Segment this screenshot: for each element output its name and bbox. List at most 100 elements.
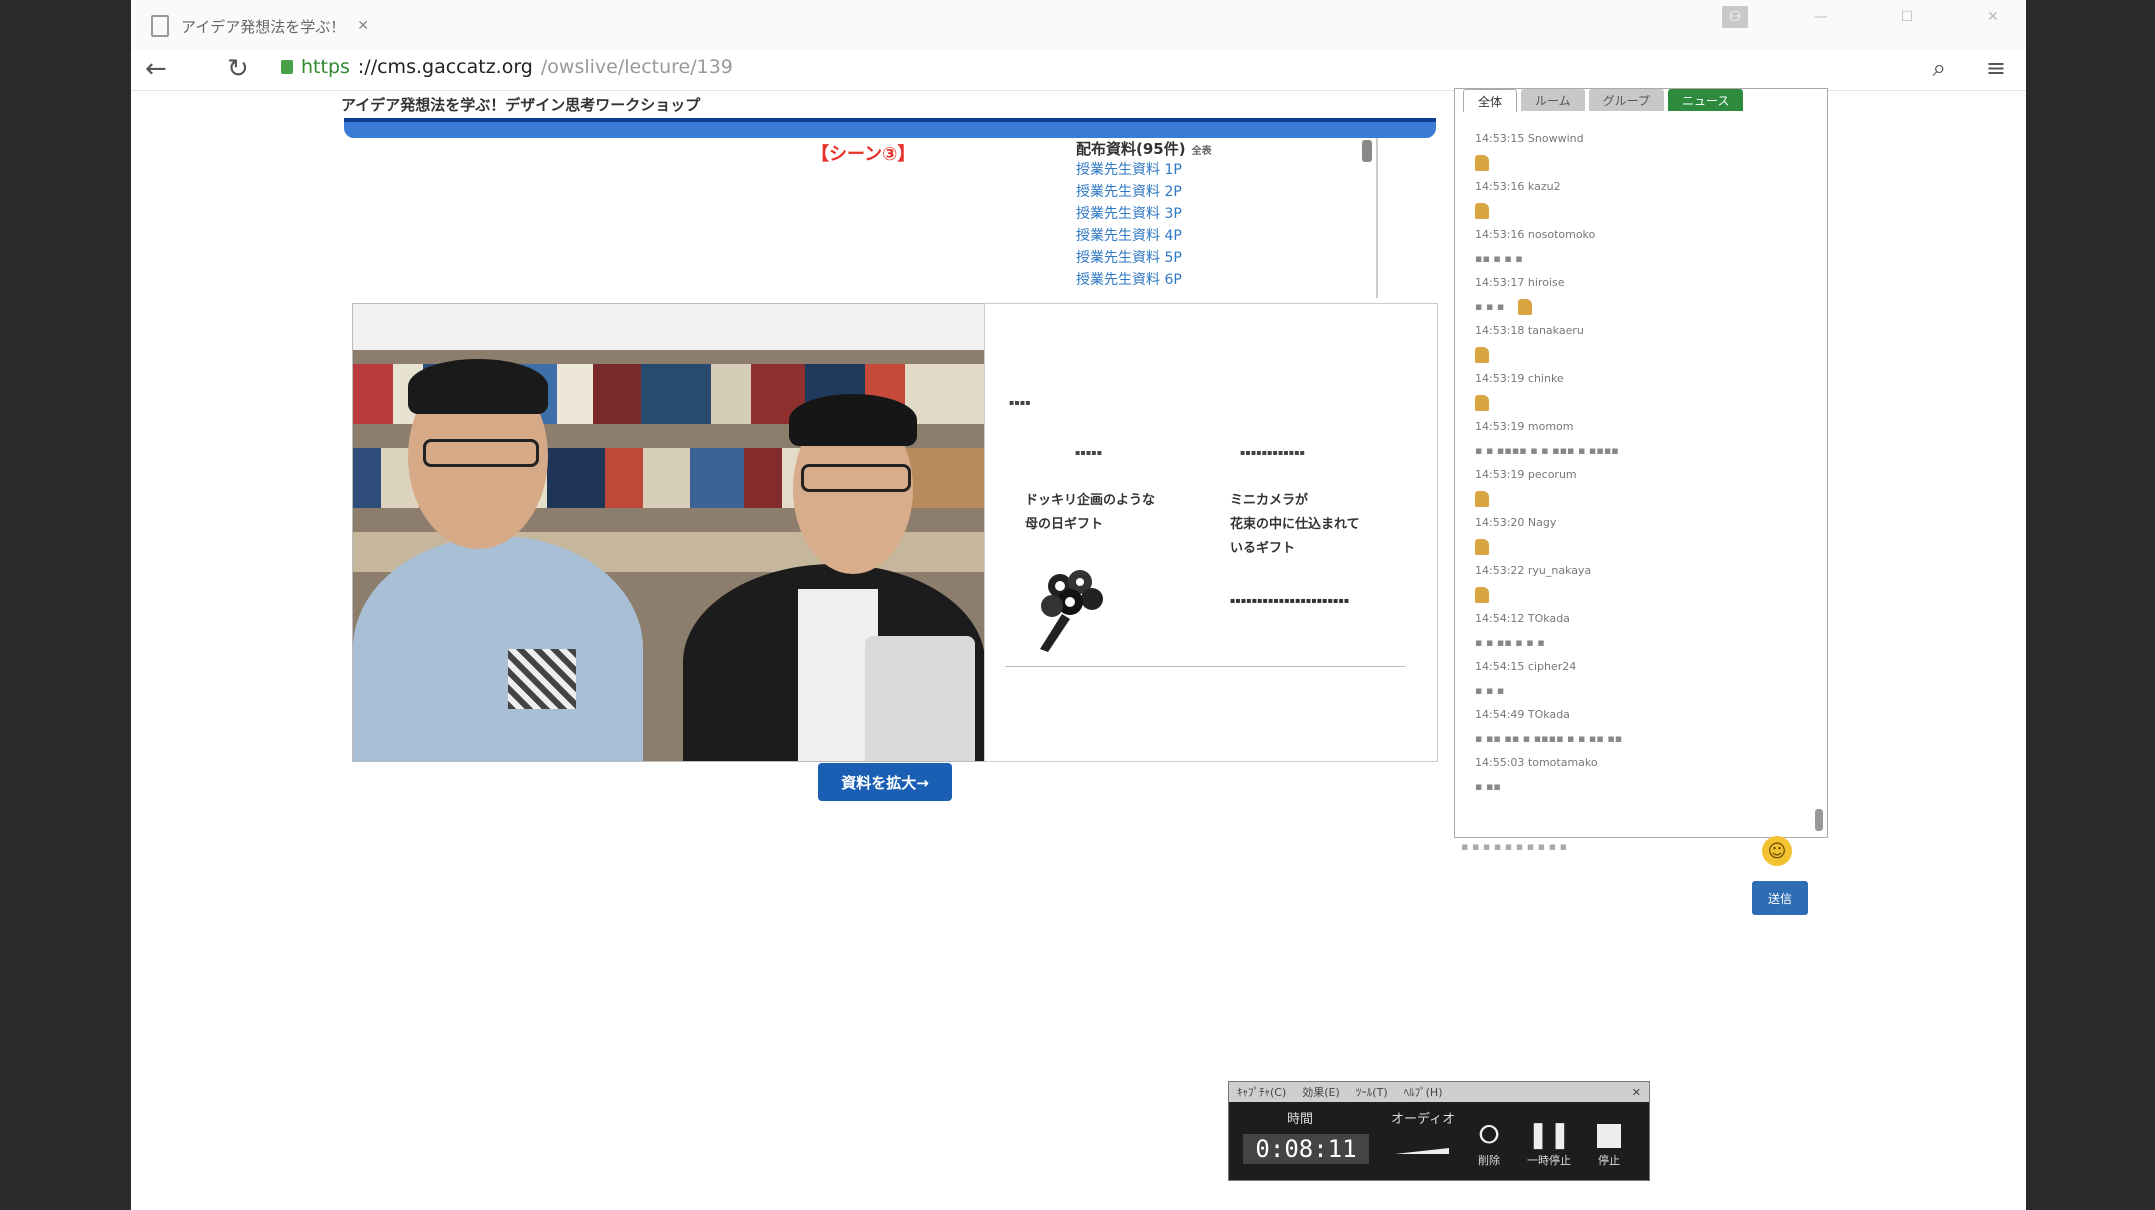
chat-message-meta: 14:53:22 ryu_nakaya [1475,564,1592,577]
chat-tab-group[interactable]: グループ [1588,89,1664,111]
stop-label: 停止 [1598,1154,1620,1167]
pocket-square [508,649,576,709]
presenter-right-glasses [801,464,911,492]
document-icon [151,15,169,37]
handout-link[interactable]: 授業先生資料 4P [1076,225,1376,247]
handout-link[interactable]: 授業先生資料 5P [1076,247,1376,269]
tab-bar: アイデア発想法を学ぶ！ ✕ ⚇ — ☐ ✕ [131,0,2026,50]
chat-message-body [1475,533,1805,561]
user-icon[interactable]: ⚇ [1722,6,1748,28]
recorder-close-icon[interactable]: ✕ [1632,1086,1641,1099]
address-bar: ← ↻ https://cms.gaccatz.org/owslive/lect… [131,50,2026,91]
chat-tab-news[interactable]: ニュース [1667,89,1744,111]
chat-message-body: ▪ ▪ ▪ [1475,684,1505,697]
back-arrow-icon[interactable]: ← [145,54,167,84]
handout-link[interactable]: 授業先生資料 2P [1076,181,1376,203]
handouts-scrollbar[interactable] [1362,140,1372,162]
emoji-icon[interactable]: ☺ [1762,836,1792,866]
chat-message-meta: 14:55:03 tomotamako [1475,756,1598,769]
thumbs-up-icon [1475,491,1489,507]
thumbs-up-icon [1518,299,1533,315]
chat-message-body [1475,389,1805,417]
chat-tab-room[interactable]: ルーム [1521,89,1585,111]
send-button[interactable]: 送信 [1752,881,1808,915]
course-title: アイデア発想法を学ぶ！デザイン思考ワークショップ [341,96,701,114]
pause-button[interactable]: ❚❚ 一時停止 [1519,1118,1579,1168]
recorder-menu-capture[interactable]: ｷｬﾌﾟﾁｬ(C) [1237,1084,1286,1100]
chat-scrollbar[interactable] [1815,809,1823,831]
presenter-left-hair [408,359,548,414]
chat-input[interactable]: ▪ ▪ ▪ ▪ ▪ ▪ ▪ ▪ ▪ ▪ [1461,840,1567,853]
delete-label: 削除 [1478,1154,1500,1167]
recorder-time: 0:08:11 [1243,1134,1369,1164]
chat-message-meta: 14:53:15 Snowwind [1475,132,1584,145]
chat-message-body: ▪ ▪ ▪▪ ▪ ▪ ▪ [1475,636,1545,649]
enlarge-material-button[interactable]: 資料を拡大→ [818,763,952,801]
chat-message-meta: 14:53:19 chinke [1475,372,1564,385]
chat-message-meta: 14:53:20 Nagy [1475,516,1557,529]
handout-link[interactable]: 授業先生資料 1P [1076,159,1376,181]
chat-message-meta: 14:53:19 momom [1475,420,1574,433]
chat-message-meta: 14:53:17 hiroise [1475,276,1565,289]
video-wall [353,304,985,350]
monitor-bezel-left [0,0,131,1210]
menu-icon[interactable]: ≡ [1986,54,2006,82]
chat-tab-all[interactable]: 全体 [1463,89,1518,112]
delete-button[interactable]: ⭘ 削除 [1459,1118,1519,1168]
handouts-show-all[interactable]: 全表 [1192,146,1212,157]
close-icon[interactable]: ✕ [1980,6,2006,28]
handout-link[interactable]: 授業先生資料 6P [1076,269,1376,291]
screen-recorder-widget: ｷｬﾌﾟﾁｬ(C) 効果(E) ﾂｰﾙ(T) ﾍﾙﾌﾟ(H) ✕ 時間 0:08… [1228,1081,1650,1181]
thumbs-up-icon [1475,587,1489,603]
bouquet-illustration [1040,570,1103,652]
scene-label: 【シーン③】 [811,144,916,165]
delete-icon: ⭘ [1478,1120,1500,1150]
presenter-right-hair [789,394,917,446]
tab-title: アイデア発想法を学ぶ！ [181,17,346,36]
slide-idea-left-line2: 母の日ギフト [1025,517,1104,532]
minimize-icon[interactable]: — [1808,6,1834,28]
thumbs-up-icon [1475,347,1489,363]
chat-message-meta: 14:53:18 tanakaeru [1475,324,1584,337]
search-icon[interactable]: ⌕ [1932,54,1945,82]
chat-message-body [1475,485,1805,513]
pause-label: 一時停止 [1527,1154,1571,1167]
chat-message-meta: 14:53:19 pecorum [1475,468,1577,481]
url-field[interactable]: https://cms.gaccatz.org/owslive/lecture/… [281,56,733,78]
stop-button[interactable]: 停止 [1579,1118,1639,1168]
presenter-left [353,536,643,761]
maximize-icon[interactable]: ☐ [1894,6,1920,28]
lecture-video[interactable] [352,303,986,762]
chat-panel: 全体 ルーム グループ ニュース 14:53:15 Snowwind 14:53… [1454,88,1828,838]
chat-message-meta: 14:53:16 nosotomoko [1475,228,1596,241]
chat-message-body [1475,581,1805,609]
thumbs-up-icon [1475,395,1489,411]
handouts-panel: 配布資料(95件) 全表 授業先生資料 1P 授業先生資料 2P 授業先生資料 3… [1076,138,1378,298]
chat-message-body: ▪ ▪ ▪▪▪▪ ▪ ▪ ▪▪▪ ▪ ▪▪▪▪ [1475,444,1619,457]
recorder-time-label: 時間 [1287,1112,1314,1127]
pause-icon: ❚❚ [1527,1120,1571,1150]
handouts-title: 配布資料(95件) 全表 [1076,138,1376,159]
chat-message-meta: 14:54:15 cipher24 [1475,660,1577,673]
chat-message-body: ▪ ▪▪ ▪▪ ▪ ▪▪▪▪ ▪ ▪ ▪▪ ▪▪ [1475,732,1623,745]
handout-link[interactable]: 授業先生資料 3P [1076,203,1376,225]
tab-close-icon[interactable]: ✕ [357,18,369,34]
reload-icon[interactable]: ↻ [227,54,249,84]
chat-message-body [1475,341,1805,369]
chat-message-meta: 14:54:49 TOkada [1475,708,1570,721]
recorder-menu: ｷｬﾌﾟﾁｬ(C) 効果(E) ﾂｰﾙ(T) ﾍﾙﾌﾟ(H) ✕ [1229,1082,1649,1102]
thumbs-up-icon [1475,155,1489,171]
recorder-menu-effects[interactable]: 効果(E) [1302,1084,1340,1100]
presenter-left-glasses [423,439,539,467]
title-bar-accent [344,118,1436,138]
audio-level-slider[interactable] [1395,1148,1449,1154]
browser-window: アイデア発想法を学ぶ！ ✕ ⚇ — ☐ ✕ ← ↻ https://cms.ga… [131,0,2026,1210]
recorder-menu-tools[interactable]: ﾂｰﾙ(T) [1356,1084,1388,1100]
monitor-bezel-right [2026,0,2155,1210]
browser-tab[interactable]: アイデア発想法を学ぶ！ ✕ [151,8,369,44]
chat-message-body: ▪▪ ▪ ▪ ▪ [1475,252,1523,265]
address-tools: ⌕ ≡ [1932,54,2006,82]
recorder-menu-help[interactable]: ﾍﾙﾌﾟ(H) [1404,1084,1443,1100]
url-host: ://cms.gaccatz.org [357,56,533,78]
presentation-slide[interactable]: ▪▪▪▪ ▪▪▪▪▪ ▪▪▪▪▪▪▪▪▪▪▪▪ ドッキリ企画のような 母の日ギフ… [984,303,1438,762]
